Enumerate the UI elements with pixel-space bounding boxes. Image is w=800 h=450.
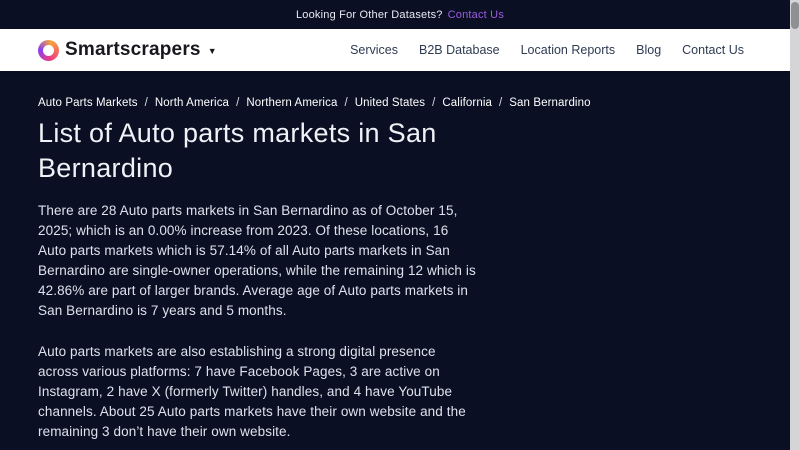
- breadcrumb-item-san-bernardino[interactable]: San Bernardino: [509, 97, 590, 109]
- breadcrumb-item-north-america[interactable]: North America: [155, 97, 229, 109]
- top-banner: Looking For Other Datasets? Contact Us: [0, 0, 800, 29]
- banner-contact-link[interactable]: Contact Us: [448, 9, 504, 21]
- page: Looking For Other Datasets? Contact Us S…: [0, 0, 800, 450]
- navbar: Smartscrapers ▼ Services B2B Database Lo…: [0, 29, 800, 71]
- page-title: List of Auto parts markets in San Bernar…: [38, 118, 437, 183]
- intro-paragraph-2: Auto parts markets are also establishing…: [38, 344, 466, 439]
- breadcrumb-item-auto-parts-markets[interactable]: Auto Parts Markets: [38, 97, 138, 109]
- breadcrumb-separator: /: [432, 97, 436, 109]
- breadcrumb-item-california[interactable]: California: [442, 97, 492, 109]
- breadcrumb-separator: /: [236, 97, 240, 109]
- intro-paragraph-1: There are 28 Auto parts markets in San B…: [38, 203, 476, 318]
- breadcrumb-separator: /: [344, 97, 348, 109]
- scrollbar[interactable]: [790, 0, 800, 450]
- brand[interactable]: Smartscrapers ▼: [38, 39, 217, 61]
- brand-name: Smartscrapers: [65, 39, 201, 60]
- breadcrumb: Auto Parts Markets / North America / Nor…: [38, 97, 800, 109]
- breadcrumb-item-northern-america[interactable]: Northern America: [246, 97, 337, 109]
- brand-logo-icon: [38, 39, 59, 61]
- chevron-down-icon: ▼: [207, 46, 217, 56]
- scrollbar-thumb[interactable]: [791, 2, 799, 29]
- nav-item-services[interactable]: Services: [350, 43, 398, 57]
- nav-item-b2b-database[interactable]: B2B Database: [419, 43, 500, 57]
- nav-item-location-reports[interactable]: Location Reports: [521, 43, 616, 57]
- nav-menu: Services B2B Database Location Reports B…: [350, 43, 744, 57]
- banner-text: Looking For Other Datasets?: [295, 8, 443, 21]
- nav-item-contact-us[interactable]: Contact Us: [682, 43, 744, 57]
- breadcrumb-item-united-states[interactable]: United States: [355, 97, 425, 109]
- breadcrumb-separator: /: [498, 97, 503, 109]
- nav-item-blog[interactable]: Blog: [636, 43, 661, 57]
- main-content: Auto Parts Markets / North America / Nor…: [0, 71, 800, 450]
- breadcrumb-separator: /: [144, 97, 148, 109]
